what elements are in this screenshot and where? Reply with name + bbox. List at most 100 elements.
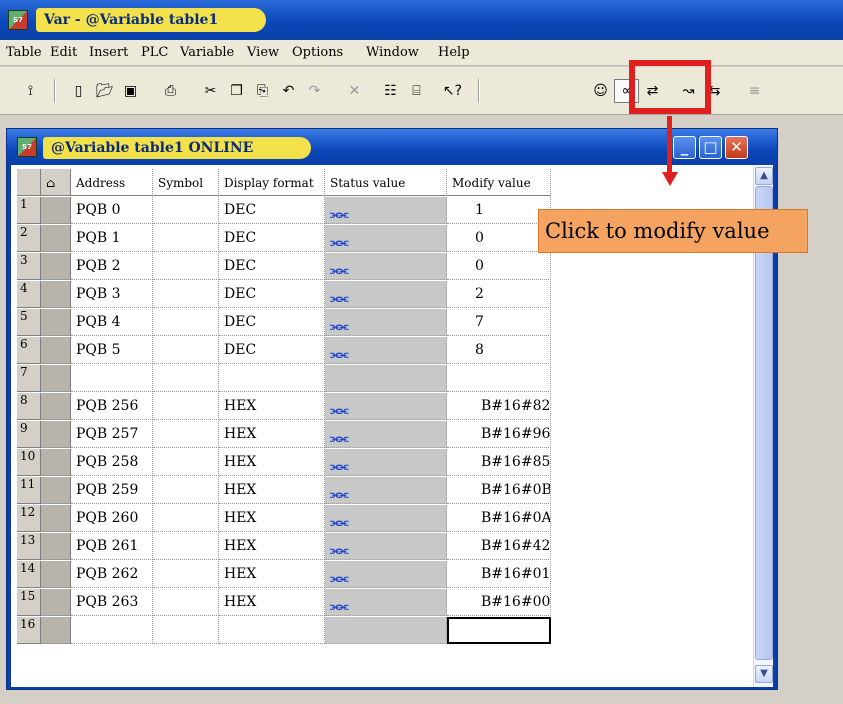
- symbol-cell[interactable]: [153, 393, 219, 420]
- menu-options[interactable]: Options: [292, 45, 343, 60]
- row-selector[interactable]: [41, 225, 71, 252]
- address-cell[interactable]: PQB 261: [71, 533, 153, 560]
- status-value-cell[interactable]: ⫘⫘: [325, 337, 447, 364]
- monitor-variable-icon[interactable]: ∝: [614, 79, 639, 103]
- status-value-cell[interactable]: ⫘⫘: [325, 225, 447, 252]
- row-selector[interactable]: [41, 589, 71, 616]
- address-cell[interactable]: PQB 2: [71, 253, 153, 280]
- address-cell[interactable]: PQB 5: [71, 337, 153, 364]
- table-row[interactable]: 6 PQB 5 DEC ⫘⫘ 8: [11, 337, 555, 364]
- address-cell[interactable]: PQB 262: [71, 561, 153, 588]
- row-selector[interactable]: [41, 393, 71, 420]
- scroll-up-icon[interactable]: ▲: [755, 167, 773, 185]
- symbol-cell[interactable]: [153, 281, 219, 308]
- format-cell[interactable]: DEC: [219, 309, 325, 336]
- scroll-down-icon[interactable]: ▼: [755, 665, 773, 683]
- format-cell[interactable]: HEX: [219, 533, 325, 560]
- modify-cell[interactable]: 8: [447, 337, 551, 364]
- table-row[interactable]: 12 PQB 260 HEX ⫘⫘ B#16#0A: [11, 505, 555, 532]
- copy-icon[interactable]: ❐: [224, 79, 249, 103]
- symbol-cell[interactable]: [153, 589, 219, 616]
- modify-cell[interactable]: B#16#42: [447, 533, 551, 560]
- table-row[interactable]: 10 PQB 258 HEX ⫘⫘ B#16#85: [11, 449, 555, 476]
- modify-cell[interactable]: B#16#85: [447, 449, 551, 476]
- header-modify[interactable]: Modify value: [447, 169, 551, 196]
- row-number[interactable]: 16: [17, 617, 41, 644]
- symbol-cell[interactable]: [153, 197, 219, 224]
- format-cell[interactable]: HEX: [219, 393, 325, 420]
- header-format[interactable]: Display format: [219, 169, 325, 196]
- app-titlebar[interactable]: S7 Var - @Variable table1: [0, 0, 843, 40]
- row-selector[interactable]: [41, 309, 71, 336]
- monitor-plc-icon[interactable]: ⌸: [404, 79, 429, 103]
- scroll-thumb[interactable]: [755, 186, 773, 660]
- format-cell[interactable]: HEX: [219, 589, 325, 616]
- format-cell[interactable]: HEX: [219, 477, 325, 504]
- row-number[interactable]: 9: [17, 421, 41, 448]
- address-cell[interactable]: PQB 258: [71, 449, 153, 476]
- row-number[interactable]: 1: [17, 197, 41, 224]
- undo-icon[interactable]: ↶: [276, 79, 301, 103]
- symbol-cell[interactable]: [153, 533, 219, 560]
- table-row[interactable]: 1 PQB 0 DEC ⫘⫘ 1: [11, 197, 555, 224]
- status-value-cell[interactable]: ⫘⫘: [325, 589, 447, 616]
- format-cell[interactable]: DEC: [219, 337, 325, 364]
- status-value-cell[interactable]: ⫘⫘: [325, 561, 447, 588]
- row-selector[interactable]: [41, 197, 71, 224]
- table-row[interactable]: 8 PQB 256 HEX ⫘⫘ B#16#82: [11, 393, 555, 420]
- close-button[interactable]: ✕: [725, 136, 748, 159]
- row-selector[interactable]: [41, 449, 71, 476]
- save-icon[interactable]: ▣: [118, 79, 143, 103]
- modify-cell[interactable]: B#16#0A: [447, 505, 551, 532]
- modify-cell[interactable]: B#16#82: [447, 393, 551, 420]
- online-icon[interactable]: ☺: [588, 79, 613, 103]
- menu-window[interactable]: Window: [366, 45, 419, 60]
- format-cell[interactable]: HEX: [219, 421, 325, 448]
- symbol-cell[interactable]: [153, 337, 219, 364]
- table-row[interactable]: 11 PQB 259 HEX ⫘⫘ B#16#0B: [11, 477, 555, 504]
- table-row[interactable]: 15 PQB 263 HEX ⫘⫘ B#16#00: [11, 589, 555, 616]
- row-number[interactable]: 6: [17, 337, 41, 364]
- table-row[interactable]: 16: [11, 617, 555, 644]
- menu-plc[interactable]: PLC: [141, 45, 168, 60]
- row-selector[interactable]: [41, 365, 71, 392]
- address-cell[interactable]: PQB 1: [71, 225, 153, 252]
- symbol-cell[interactable]: [153, 421, 219, 448]
- header-address[interactable]: Address: [71, 169, 153, 196]
- menu-variable[interactable]: Variable: [180, 45, 234, 60]
- table-row[interactable]: 5 PQB 4 DEC ⫘⫘ 7: [11, 309, 555, 336]
- status-value-cell[interactable]: ⫘⫘: [325, 533, 447, 560]
- row-number[interactable]: 14: [17, 561, 41, 588]
- address-cell[interactable]: PQB 259: [71, 477, 153, 504]
- row-number[interactable]: 4: [17, 281, 41, 308]
- row-selector[interactable]: [41, 533, 71, 560]
- table-row[interactable]: 2 PQB 1 DEC ⫘⫘ 0: [11, 225, 555, 252]
- modify-cell[interactable]: B#16#01: [447, 561, 551, 588]
- format-cell[interactable]: DEC: [219, 253, 325, 280]
- print-icon[interactable]: ⎙: [158, 79, 183, 103]
- table-row[interactable]: 9 PQB 257 HEX ⫘⫘ B#16#96: [11, 421, 555, 448]
- address-cell[interactable]: PQB 263: [71, 589, 153, 616]
- row-selector[interactable]: [41, 253, 71, 280]
- format-cell[interactable]: HEX: [219, 561, 325, 588]
- table-row[interactable]: 14 PQB 262 HEX ⫘⫘ B#16#01: [11, 561, 555, 588]
- symbol-cell[interactable]: [153, 309, 219, 336]
- row-number[interactable]: 10: [17, 449, 41, 476]
- trigger-icon[interactable]: ↝: [676, 79, 701, 103]
- symbol-cell[interactable]: [153, 561, 219, 588]
- format-cell[interactable]: DEC: [219, 225, 325, 252]
- status-value-cell[interactable]: ⫘⫘: [325, 309, 447, 336]
- menu-edit[interactable]: Edit: [50, 45, 77, 60]
- table-row[interactable]: 4 PQB 3 DEC ⫘⫘ 2: [11, 281, 555, 308]
- row-number[interactable]: 8: [17, 393, 41, 420]
- table-row[interactable]: 3 PQB 2 DEC ⫘⫘ 0: [11, 253, 555, 280]
- row-selector[interactable]: [41, 505, 71, 532]
- address-cell[interactable]: PQB 257: [71, 421, 153, 448]
- row-selector[interactable]: [41, 421, 71, 448]
- format-cell[interactable]: DEC: [219, 197, 325, 224]
- status-value-cell[interactable]: ⫘⫘: [325, 253, 447, 280]
- symbol-cell[interactable]: [153, 225, 219, 252]
- row-number[interactable]: 2: [17, 225, 41, 252]
- address-cell[interactable]: [71, 617, 153, 644]
- address-cell[interactable]: [71, 365, 153, 392]
